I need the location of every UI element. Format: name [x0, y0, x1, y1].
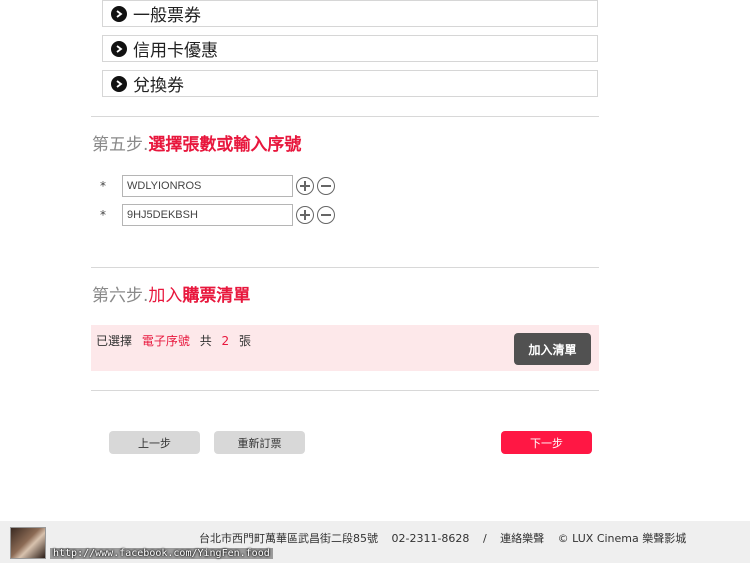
step5-heading: 第五步.選擇張數或輸入序號 — [92, 135, 301, 155]
required-mark: * — [100, 179, 106, 193]
selected-label: 已選擇 — [96, 334, 133, 348]
watermark-url: http://www.facebook.com/YingFen.food — [50, 548, 273, 559]
plus-icon[interactable] — [296, 177, 314, 195]
selected-type: 電子序號 — [141, 334, 190, 348]
footer-phone: 02-2311-8628 — [391, 532, 470, 545]
ticket-option-label: 一般票券 — [133, 6, 201, 26]
footer-address: 台北市西門町萬華區武昌街二段85號 — [199, 532, 378, 545]
selected-count: 2 — [221, 334, 230, 348]
add-to-list-button[interactable]: 加入清單 — [514, 333, 591, 365]
divider — [91, 116, 599, 117]
footer-copyright: © LUX Cinema 樂聲影城 — [557, 532, 687, 545]
plus-icon[interactable] — [296, 206, 314, 224]
next-step-button[interactable]: 下一步 — [501, 431, 592, 454]
minus-icon[interactable] — [317, 206, 335, 224]
step6-prefix: 第六步. — [92, 286, 149, 306]
ticket-option-credit-card[interactable]: 信用卡優惠 — [102, 35, 598, 62]
ticket-option-general[interactable]: 一般票券 — [102, 0, 598, 27]
serial-input[interactable] — [122, 175, 293, 197]
footer-separator: / — [482, 532, 487, 545]
unit-label: 張 — [239, 334, 252, 348]
contact-link[interactable]: 連絡樂聲 — [500, 532, 544, 545]
step5-prefix: 第五步. — [92, 135, 149, 155]
step6-heading: 第六步.加入購票清單 — [92, 286, 250, 306]
serial-row-1: * — [100, 175, 335, 197]
prev-step-button[interactable]: 上一步 — [109, 431, 200, 454]
selection-summary: 已選擇 電子序號 共 2 張 加入清單 — [91, 325, 599, 371]
summary-text: 已選擇 電子序號 共 2 張 — [96, 332, 251, 349]
serial-row-2: * — [100, 204, 335, 226]
footer: 台北市西門町萬華區武昌街二段85號 02-2311-8628 / 連絡樂聲 © … — [0, 521, 750, 563]
ticket-option-label: 信用卡優惠 — [133, 41, 218, 61]
step5-title: 選擇張數或輸入序號 — [148, 135, 302, 155]
required-mark: * — [100, 208, 106, 222]
reset-order-button[interactable]: 重新訂票 — [214, 431, 305, 454]
divider — [91, 267, 599, 268]
serial-input[interactable] — [122, 204, 293, 226]
total-label: 共 — [199, 334, 212, 348]
chevron-right-icon — [111, 75, 127, 92]
step6-title-b: 購票清單 — [182, 286, 251, 306]
avatar — [10, 527, 46, 559]
ticket-option-label: 兌換券 — [133, 76, 184, 96]
chevron-right-icon — [111, 40, 127, 57]
footer-info: 台北市西門町萬華區武昌街二段85號 02-2311-8628 / 連絡樂聲 © … — [199, 530, 696, 546]
chevron-right-icon — [111, 5, 127, 22]
ticket-option-voucher[interactable]: 兌換券 — [102, 70, 598, 97]
minus-icon[interactable] — [317, 177, 335, 195]
step6-title-a: 加入 — [148, 286, 183, 306]
divider — [91, 390, 599, 391]
